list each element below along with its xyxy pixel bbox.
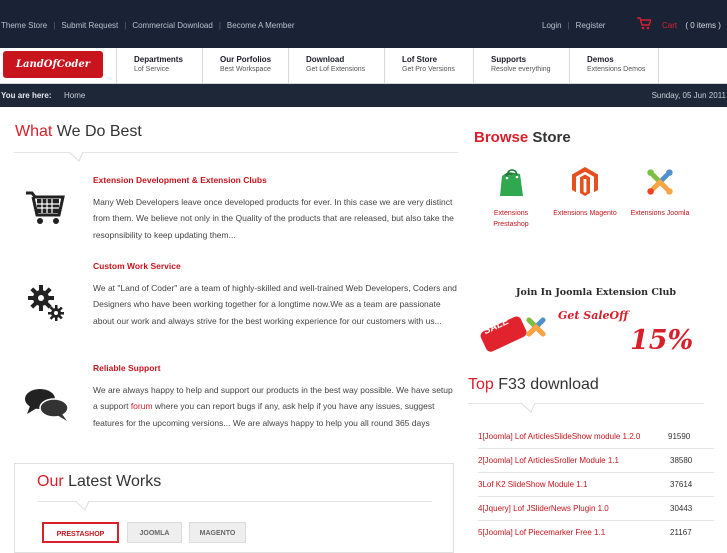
divider-notch bbox=[75, 501, 90, 511]
download-row[interactable]: 2[Joomla] Lof ArticlesSroller Module 1.1… bbox=[478, 456, 714, 465]
download-count: 21167 bbox=[670, 528, 692, 537]
nav-item-subtitle: Extensions Demos bbox=[587, 66, 646, 73]
top-links: Theme Store | Submit Request | Commercial Do… bbox=[1, 21, 295, 30]
download-name[interactable]: 1[Joomla] Lof ArticlesSlideShow module 1… bbox=[478, 432, 640, 441]
download-count: 38580 bbox=[670, 456, 693, 465]
forum-link[interactable]: forum bbox=[131, 401, 153, 411]
register-link[interactable]: Register bbox=[576, 21, 606, 30]
store-item-label-line2: Prestashop bbox=[493, 221, 529, 228]
site-logo[interactable]: LandOfCoder bbox=[3, 51, 103, 78]
service-description: We are always happy to help and support … bbox=[93, 385, 453, 428]
nav-item-subtitle: Resolve everything bbox=[491, 66, 551, 73]
cart-count: ( 0 items ) bbox=[685, 21, 721, 30]
magento-icon bbox=[572, 167, 598, 196]
store-item-label: Extensions Joomla bbox=[630, 210, 690, 217]
service-title[interactable]: Extension Development & Extension Clubs bbox=[93, 175, 267, 185]
commercial-download-link[interactable]: Commercial Download bbox=[132, 21, 212, 30]
submit-request-link[interactable]: Submit Request bbox=[61, 21, 118, 30]
section-title: What We Do Best bbox=[15, 123, 142, 140]
cart-icon[interactable] bbox=[637, 17, 653, 32]
download-name[interactable]: 3Lof K2 SlideShow Module 1.1 bbox=[478, 480, 587, 489]
joomla-club-promo-banner[interactable]: Join In Joomla Extension Club SALE Get S… bbox=[468, 285, 727, 370]
nav-item-title: Lof Store bbox=[402, 55, 438, 64]
download-row[interactable]: 5[Joomla] Lof Piecemarker Free 1.1 21167 bbox=[478, 528, 714, 537]
tab-joomla[interactable]: JOOMLA bbox=[127, 522, 182, 543]
top-bar: Theme Store | Submit Request | Commercial Do… bbox=[0, 0, 727, 48]
breadcrumb-label: You are here: bbox=[1, 91, 52, 100]
latest-works-panel: Our Latest Works PRESTASHOP JOOMLA MAGEN… bbox=[14, 463, 454, 553]
download-name[interactable]: 4[Jquery] Lof JSliderNews Plugin 1.0 bbox=[478, 504, 609, 513]
title-divider bbox=[37, 501, 432, 502]
download-count: 30443 bbox=[670, 504, 693, 513]
row-divider bbox=[478, 472, 714, 473]
nav-item-title: Supports bbox=[491, 55, 527, 64]
service-title[interactable]: Reliable Support bbox=[93, 363, 161, 373]
service-description: Many Web Developers leave once developed… bbox=[93, 197, 454, 240]
joomla-icon bbox=[647, 169, 673, 195]
store-item-label: Extensions Magento bbox=[553, 210, 617, 217]
store-item-label: Extensions bbox=[493, 210, 529, 217]
promo-get-sale-off: Get SaleOff bbox=[558, 309, 629, 322]
store-item-prestashop[interactable]: Extensions Prestashop bbox=[480, 166, 542, 230]
promo-join-text: Join In Joomla Extension Club bbox=[516, 287, 677, 298]
nav-item-title: Demos bbox=[587, 55, 614, 64]
row-divider bbox=[478, 448, 714, 449]
service-title[interactable]: Custom Work Service bbox=[93, 261, 181, 271]
auth-links: Login | Register bbox=[542, 21, 606, 30]
cart-label: Cart bbox=[662, 21, 678, 30]
nav-supports[interactable]: Supports Resolve everything bbox=[473, 48, 569, 83]
row-divider bbox=[478, 520, 714, 521]
nav-demos[interactable]: Demos Extensions Demos bbox=[569, 48, 659, 83]
download-count: 37614 bbox=[670, 480, 693, 489]
breadcrumb-home-link[interactable]: Home bbox=[64, 91, 85, 100]
nav-item-title: Download bbox=[306, 55, 345, 64]
theme-store-link[interactable]: Theme Store bbox=[1, 21, 47, 30]
latest-works-title: Our Latest Works bbox=[37, 473, 162, 490]
divider-notch bbox=[521, 403, 536, 413]
download-name[interactable]: 5[Joomla] Lof Piecemarker Free 1.1 bbox=[478, 528, 605, 537]
nav-download[interactable]: Download Get Lof Extensions bbox=[288, 48, 384, 83]
nav-item-subtitle: Get Lof Extensions bbox=[306, 66, 366, 73]
download-name[interactable]: 2[Joomla] Lof ArticlesSroller Module 1.1 bbox=[478, 456, 619, 465]
download-row[interactable]: 3Lof K2 SlideShow Module 1.1 37614 bbox=[478, 480, 714, 489]
promo-percent: 15% bbox=[630, 325, 694, 356]
nav-item-title: Our Porfolios bbox=[220, 55, 272, 64]
cart-summary[interactable]: Cart ( 0 items ) bbox=[662, 21, 721, 30]
become-member-link[interactable]: Become A Member bbox=[227, 21, 295, 30]
nav-lof-store[interactable]: Lof Store Get Pro Versions bbox=[384, 48, 473, 83]
nav-item-subtitle: Best Workspace bbox=[220, 66, 271, 73]
chat-bubbles-icon bbox=[25, 389, 69, 421]
tab-magento[interactable]: MAGENTO bbox=[189, 522, 246, 543]
shopping-cart-icon bbox=[26, 191, 65, 224]
main-nav: LandOfCoder Departments Lof Service Our … bbox=[0, 48, 727, 84]
nav-item-subtitle: Lof Service bbox=[134, 66, 170, 73]
top-downloads-title: Top F33 download bbox=[468, 376, 599, 393]
title-divider bbox=[468, 403, 704, 404]
store-item-joomla[interactable]: Extensions Joomla bbox=[626, 166, 694, 219]
current-date: Sunday, 05 Jun 2011 bbox=[651, 91, 726, 100]
breadcrumb: You are here: Home Sunday, 05 Jun 2011 bbox=[0, 84, 727, 107]
service-description: We at "Land of Coder" are a team of high… bbox=[93, 283, 457, 326]
download-row[interactable]: 1[Joomla] Lof ArticlesSlideShow module 1… bbox=[478, 432, 714, 441]
gears-icon bbox=[28, 285, 64, 321]
browse-store-title: Browse Store bbox=[474, 129, 571, 146]
nav-item-subtitle: Get Pro Versions bbox=[402, 66, 455, 73]
nav-departments[interactable]: Departments Lof Service bbox=[116, 48, 202, 83]
divider-notch bbox=[69, 152, 84, 162]
download-count: 91590 bbox=[668, 432, 691, 441]
store-item-magento[interactable]: Extensions Magento bbox=[548, 166, 622, 219]
nav-item-title: Departments bbox=[134, 55, 183, 64]
download-row[interactable]: 4[Jquery] Lof JSliderNews Plugin 1.0 3044… bbox=[478, 504, 714, 513]
login-link[interactable]: Login bbox=[542, 21, 562, 30]
tab-prestashop[interactable]: PRESTASHOP bbox=[42, 522, 119, 543]
shopping-bag-icon bbox=[500, 169, 523, 196]
row-divider bbox=[478, 496, 714, 497]
nav-portfolios[interactable]: Our Porfolios Best Workspace bbox=[202, 48, 288, 83]
